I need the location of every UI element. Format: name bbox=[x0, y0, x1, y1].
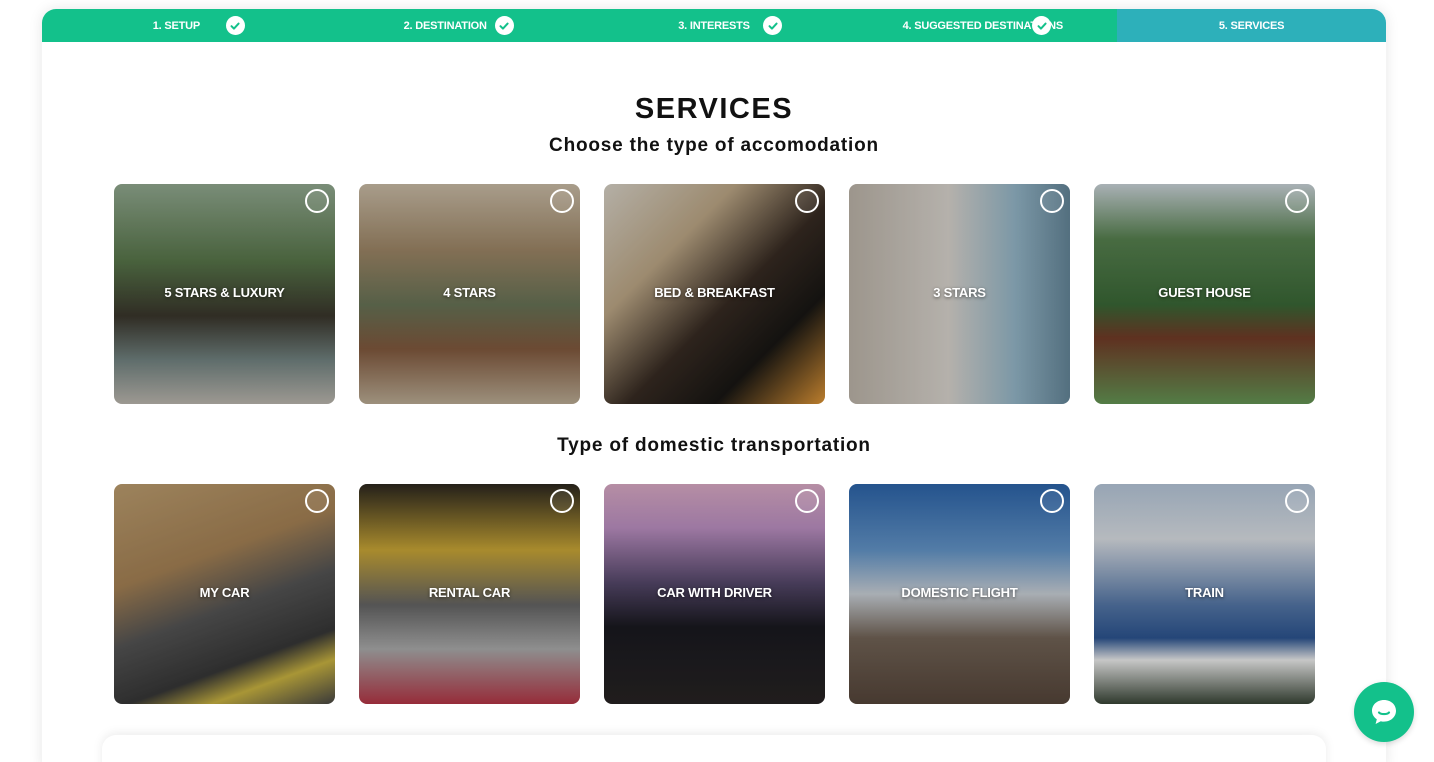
radio-icon[interactable] bbox=[305, 189, 329, 213]
step-services[interactable]: 5. SERVICES bbox=[1117, 9, 1386, 42]
radio-icon[interactable] bbox=[795, 189, 819, 213]
check-circle-icon bbox=[225, 16, 245, 35]
card-label: GUEST HOUSE bbox=[1158, 285, 1251, 300]
radio-icon[interactable] bbox=[305, 489, 329, 513]
next-section-panel bbox=[102, 735, 1326, 762]
card-label: 3 STARS bbox=[933, 285, 986, 300]
option-bed-breakfast[interactable]: BED & BREAKFAST bbox=[604, 184, 825, 404]
radio-icon[interactable] bbox=[1285, 189, 1309, 213]
option-my-car[interactable]: MY CAR bbox=[114, 484, 335, 704]
step-suggested-destinations[interactable]: 4. SUGGESTED DESTINATIONS bbox=[848, 9, 1118, 42]
page-title: SERVICES bbox=[634, 93, 794, 125]
accommodation-options: 5 STARS & LUXURY 4 STARS BED & BREAKFAST… bbox=[114, 184, 1315, 404]
step-label: 5. SERVICES bbox=[1218, 19, 1285, 32]
accommodation-heading: Choose the type of accomodation bbox=[549, 135, 879, 156]
transport-options: MY CAR RENTAL CAR CAR WITH DRIVER DOMEST… bbox=[114, 484, 1315, 704]
radio-icon[interactable] bbox=[1040, 189, 1064, 213]
chat-bubble-icon bbox=[1372, 700, 1396, 724]
radio-icon[interactable] bbox=[550, 489, 574, 513]
card-label: RENTAL CAR bbox=[428, 585, 511, 600]
chat-button[interactable] bbox=[1354, 682, 1414, 742]
card-label: DOMESTIC FLIGHT bbox=[901, 585, 1018, 600]
card-label: CAR WITH DRIVER bbox=[657, 585, 772, 600]
step-interests[interactable]: 3. INTERESTS bbox=[579, 9, 849, 42]
transport-heading: Type of domestic transportation bbox=[557, 435, 871, 456]
check-circle-icon bbox=[763, 16, 783, 35]
card-label: TRAIN bbox=[1185, 585, 1224, 600]
wizard-steps: 1. SETUP 2. DESTINATION 3. INTERESTS 4. … bbox=[42, 9, 1386, 42]
option-guest-house[interactable]: GUEST HOUSE bbox=[1094, 184, 1315, 404]
option-rental-car[interactable]: RENTAL CAR bbox=[359, 484, 580, 704]
option-3-stars[interactable]: 3 STARS bbox=[849, 184, 1070, 404]
card-label: 4 STARS bbox=[443, 285, 496, 300]
radio-icon[interactable] bbox=[1040, 489, 1064, 513]
option-4-stars[interactable]: 4 STARS bbox=[359, 184, 580, 404]
option-train[interactable]: TRAIN bbox=[1094, 484, 1315, 704]
card-label: MY CAR bbox=[199, 585, 250, 600]
radio-icon[interactable] bbox=[550, 189, 574, 213]
option-domestic-flight[interactable]: DOMESTIC FLIGHT bbox=[849, 484, 1070, 704]
radio-icon[interactable] bbox=[1285, 489, 1309, 513]
wizard-panel: 1. SETUP 2. DESTINATION 3. INTERESTS 4. … bbox=[42, 9, 1386, 762]
step-destination[interactable]: 2. DESTINATION bbox=[310, 9, 580, 42]
radio-icon[interactable] bbox=[795, 489, 819, 513]
step-setup[interactable]: 1. SETUP bbox=[42, 9, 311, 42]
step-label: 3. INTERESTS bbox=[678, 19, 750, 32]
check-circle-icon bbox=[1032, 16, 1052, 35]
card-label: BED & BREAKFAST bbox=[654, 285, 775, 300]
card-label: 5 STARS & LUXURY bbox=[164, 285, 285, 300]
step-label: 1. SETUP bbox=[152, 19, 201, 32]
step-label: 2. DESTINATION bbox=[403, 19, 487, 32]
check-circle-icon bbox=[494, 16, 514, 35]
option-5-stars-luxury[interactable]: 5 STARS & LUXURY bbox=[114, 184, 335, 404]
option-car-with-driver[interactable]: CAR WITH DRIVER bbox=[604, 484, 825, 704]
